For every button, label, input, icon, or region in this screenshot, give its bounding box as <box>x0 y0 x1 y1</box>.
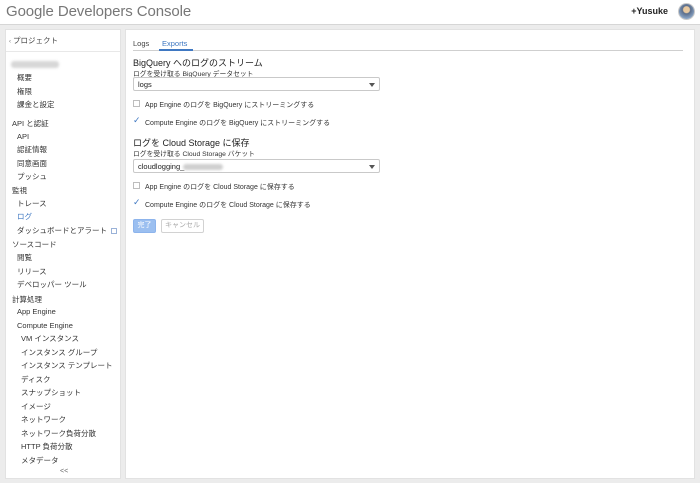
sidebar-section-api-auth[interactable]: API と認証 <box>12 119 49 129</box>
project-name-redacted <box>11 61 59 68</box>
checkmark-icon[interactable]: ✓ <box>133 115 141 125</box>
tab-logs[interactable]: Logs <box>133 39 149 48</box>
sidebar-item-credentials[interactable]: 認証情報 <box>17 145 47 155</box>
sidebar: ‹ プロジェクト 概要 権限 課金と設定 API と認証 API 認証情報 同意画… <box>5 29 121 479</box>
external-link-icon <box>111 228 117 234</box>
sidebar-item-snapshots[interactable]: スナップショット <box>21 388 81 398</box>
active-tab-indicator <box>159 49 193 51</box>
sidebar-item-permissions[interactable]: 権限 <box>17 87 32 97</box>
sidebar-item-dashboards-alerts[interactable]: ダッシュボードとアラート <box>17 226 117 236</box>
sidebar-item-instance-templates[interactable]: インスタンス テンプレート <box>21 361 113 371</box>
sidebar-item-billing-settings[interactable]: 課金と設定 <box>17 100 55 110</box>
sidebar-item-trace[interactable]: トレース <box>17 199 47 209</box>
back-to-projects-link[interactable]: ‹ プロジェクト <box>9 35 58 46</box>
sidebar-section-source-code[interactable]: ソースコード <box>12 240 57 250</box>
sidebar-item-instance-groups[interactable]: インスタンス グループ <box>21 348 97 358</box>
checkmark-icon[interactable]: ✓ <box>133 197 141 207</box>
chevron-down-icon <box>369 165 375 169</box>
user-name[interactable]: +Yusuke <box>631 6 668 16</box>
sidebar-item-consent-screen[interactable]: 同意画面 <box>17 159 47 169</box>
appengine-storage-label: App Engine のログを Cloud Storage に保存する <box>145 184 295 191</box>
sidebar-divider <box>6 51 120 52</box>
sidebar-item-logs[interactable]: ログ <box>17 212 32 222</box>
back-label: プロジェクト <box>13 36 58 45</box>
sidebar-item-images[interactable]: イメージ <box>21 402 51 412</box>
sidebar-item-releases[interactable]: リリース <box>17 267 47 277</box>
chevron-left-icon: ‹ <box>9 39 11 45</box>
sidebar-item-label: ダッシュボードとアラート <box>17 226 107 235</box>
top-bar: Google Developers Console +Yusuke <box>0 0 700 25</box>
avatar[interactable] <box>678 3 695 20</box>
sidebar-item-app-engine[interactable]: App Engine <box>17 307 56 317</box>
storage-bucket-select[interactable]: cloudlogging_ <box>133 159 380 173</box>
storage-bucket-value: cloudlogging_ <box>138 162 185 171</box>
collapse-sidebar-button[interactable]: << <box>60 468 68 475</box>
app-logo[interactable]: Google Developers Console <box>6 3 191 20</box>
sidebar-item-browse[interactable]: 閲覧 <box>17 253 32 263</box>
tab-exports[interactable]: Exports <box>162 39 187 48</box>
chevron-down-icon <box>369 83 375 87</box>
sidebar-section-monitoring[interactable]: 監視 <box>12 186 27 196</box>
sidebar-item-http-load-balancing[interactable]: HTTP 負荷分散 <box>21 442 73 452</box>
sidebar-item-api[interactable]: API <box>17 132 29 142</box>
sidebar-item-vm-instances[interactable]: VM インスタンス <box>21 334 79 344</box>
sidebar-item-disks[interactable]: ディスク <box>21 375 50 385</box>
tab-bar: Logs Exports <box>133 34 683 51</box>
bigquery-dataset-select[interactable]: logs <box>133 77 380 91</box>
bigquery-dataset-value: logs <box>138 80 152 89</box>
sidebar-item-metadata[interactable]: メタデータ <box>21 456 59 466</box>
done-button[interactable]: 完了 <box>133 219 156 233</box>
sidebar-item-push[interactable]: プッシュ <box>17 172 47 182</box>
sidebar-item-overview[interactable]: 概要 <box>17 73 32 83</box>
appengine-bigquery-checkbox[interactable] <box>133 100 140 107</box>
sidebar-section-compute[interactable]: 計算処理 <box>12 295 42 305</box>
compute-storage-label: Compute Engine のログを Cloud Storage に保存する <box>145 202 311 209</box>
appengine-storage-checkbox[interactable] <box>133 182 140 189</box>
appengine-bigquery-label: App Engine のログを BigQuery にストリーミングする <box>145 102 315 109</box>
compute-bigquery-label: Compute Engine のログを BigQuery にストリーミングする <box>145 120 331 127</box>
sidebar-item-compute-engine[interactable]: Compute Engine <box>17 321 73 331</box>
sidebar-item-networks[interactable]: ネットワーク <box>21 415 66 425</box>
bucket-name-redacted <box>183 164 223 170</box>
storage-bucket-label: ログを受け取る Cloud Storage バケット <box>133 151 255 158</box>
sidebar-item-developer-tools[interactable]: デベロッパー ツール <box>17 280 87 290</box>
sidebar-item-network-load-balancing[interactable]: ネットワーク負荷分散 <box>21 429 96 439</box>
main-panel: Logs Exports BigQuery へのログのストリーム ログを受け取る… <box>125 29 695 479</box>
cancel-button[interactable]: キャンセル <box>161 219 204 233</box>
